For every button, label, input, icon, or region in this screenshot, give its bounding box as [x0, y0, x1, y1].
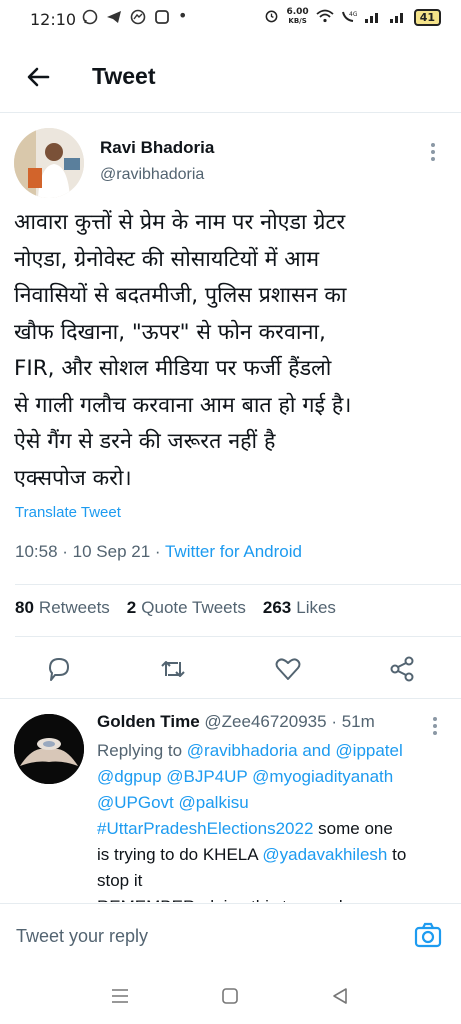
svg-text:4G: 4G — [349, 11, 357, 18]
tweet-source-link[interactable]: Twitter for Android — [165, 542, 302, 561]
tweet-actions — [0, 654, 461, 684]
tweet-text: आवारा कुत्तों से प्रेम के नाम पर नोएडा ग… — [14, 205, 454, 497]
tweet-text-line: निवासियों से बदतमीजी, पुलिस प्रशासन का — [14, 283, 347, 308]
hashtag-link[interactable]: #UttarPradeshElections2022 — [97, 819, 313, 838]
reply-author-name[interactable]: Golden Time — [97, 712, 200, 731]
net-speed-value: 6.00 — [286, 7, 309, 17]
author-handle[interactable]: @ravibhadoria — [100, 166, 204, 184]
reply-author-handle[interactable]: @Zee46720935 — [204, 712, 326, 731]
camera-icon[interactable] — [413, 920, 443, 950]
tweet-text-line: एक्सपोज करो। — [14, 465, 132, 491]
reply-input[interactable]: Tweet your reply — [16, 926, 148, 947]
page-title: Tweet — [92, 63, 156, 89]
quote-tweets-stat[interactable]: 2 Quote Tweets — [127, 598, 246, 618]
status-bar: 12:10 • 6.00 KB/S 4G 41 — [0, 0, 461, 42]
top-bar: Tweet — [0, 55, 461, 103]
tweet-text-line: नोएडा, ग्रेनोवेस्ट की सोसायटियों में आम — [14, 246, 320, 272]
retweet-icon[interactable] — [158, 654, 188, 684]
alarm-icon — [264, 8, 279, 26]
reply-time: · 51m — [331, 712, 375, 731]
likes-label: Likes — [296, 598, 336, 617]
replying-users-link[interactable]: @ravibhadoria and @ippatel — [187, 741, 403, 760]
telegram-icon — [106, 9, 122, 29]
retweets-stat[interactable]: 80 Retweets — [15, 598, 110, 618]
author-name[interactable]: Ravi Bhadoria — [100, 138, 214, 158]
signal-icon-2 — [389, 9, 407, 26]
notification-icons: • — [82, 6, 188, 29]
reply-compose-bar: Tweet your reply — [0, 903, 461, 972]
reply-text: to — [387, 845, 407, 864]
tweet-text-line: आवारा कुत्तों से प्रेम के नाम पर नोएडा ग… — [14, 210, 346, 235]
reply-text-line: stop it — [97, 871, 143, 890]
stats-divider — [15, 636, 461, 637]
share-icon[interactable] — [387, 654, 417, 684]
tweet-timestamp: 10:58 · 10 Sep 21 · — [15, 542, 165, 561]
reply-more-options-icon[interactable] — [433, 714, 437, 738]
replying-to: Replying to @ravibhadoria and @ippatel — [97, 738, 452, 764]
net-speed: 6.00 KB/S — [286, 8, 308, 26]
reply-header: Golden Time @Zee46720935 · 51m — [97, 712, 375, 732]
system-nav-bar — [0, 971, 461, 1024]
mention-link[interactable]: @yadavakhilesh — [262, 845, 387, 864]
quote-label: Quote Tweets — [141, 598, 246, 617]
more-options-icon[interactable] — [431, 140, 437, 164]
net-speed-unit: KB/S — [288, 17, 307, 25]
back-triangle-icon[interactable] — [328, 984, 352, 1008]
tweet-text-line: FIR, और सोशल मीडिया पर फर्जी हैंडलो — [14, 356, 332, 381]
tweet-author: Ravi Bhadoria @ravibhadoria — [0, 128, 461, 198]
actions-divider — [0, 698, 461, 699]
wifi-icon — [316, 9, 334, 26]
signal-icon — [364, 9, 382, 26]
reply-text-line: #UttarPradeshElections2022 some one — [97, 816, 452, 842]
home-icon[interactable] — [218, 984, 242, 1008]
mentions-line[interactable]: @UPGovt @palkisu — [97, 790, 452, 816]
mentions-line[interactable]: @dgpup @BJP4UP @myogiadityanath — [97, 764, 452, 790]
quote-count: 2 — [126, 598, 137, 617]
battery-indicator: 41 — [413, 8, 441, 26]
avatar[interactable] — [14, 128, 84, 198]
status-time: 12:10 — [30, 10, 77, 29]
likes-count: 263 — [262, 598, 292, 617]
reply-text: is trying to do KHELA — [97, 845, 263, 864]
heart-icon[interactable] — [273, 654, 303, 684]
reply-body: Replying to @ravibhadoria and @ippatel @… — [97, 738, 452, 902]
dot-icon: • — [178, 6, 188, 25]
retweets-count: 80 — [15, 598, 34, 617]
menu-icon[interactable] — [108, 984, 132, 1008]
reply-text-line: is trying to do KHELA @yadavakhilesh to — [97, 842, 452, 868]
whatsapp-icon — [82, 9, 98, 29]
reply-tweet[interactable]: Golden Time @Zee46720935 · 51m Replying … — [0, 712, 461, 902]
reply-text-line: REMEMBER, doing this to people — [97, 894, 452, 902]
tweet-stats: 80 Retweets 2 Quote Tweets 263 Likes — [15, 598, 353, 618]
tweet-text-line: से गाली गलौच करवाना आम बात हो गई है। — [14, 392, 352, 418]
tweet-text-line: खौफ दिखाना, "ऊपर" से फोन करवाना, — [14, 319, 326, 345]
app-icon — [154, 9, 170, 29]
reply-avatar[interactable] — [14, 714, 84, 784]
reply-text: some one — [313, 819, 393, 838]
header-divider — [0, 112, 461, 113]
messenger-icon — [130, 9, 146, 29]
tweet-meta: 10:58 · 10 Sep 21 · Twitter for Android — [15, 542, 302, 562]
likes-stat[interactable]: 263 Likes — [263, 598, 336, 618]
status-right: 6.00 KB/S 4G 41 — [264, 8, 441, 26]
arrow-left-icon[interactable] — [22, 59, 58, 95]
translate-tweet-link[interactable]: Translate Tweet — [15, 504, 121, 521]
meta-divider — [15, 584, 461, 585]
volte-icon: 4G — [341, 9, 358, 26]
tweet-text-line: ऐसे गैंग से डरने की जरूरत नहीं है — [14, 429, 276, 454]
reply-icon[interactable] — [44, 654, 74, 684]
retweets-label: Retweets — [38, 598, 110, 617]
replying-prefix: Replying to — [97, 741, 187, 760]
